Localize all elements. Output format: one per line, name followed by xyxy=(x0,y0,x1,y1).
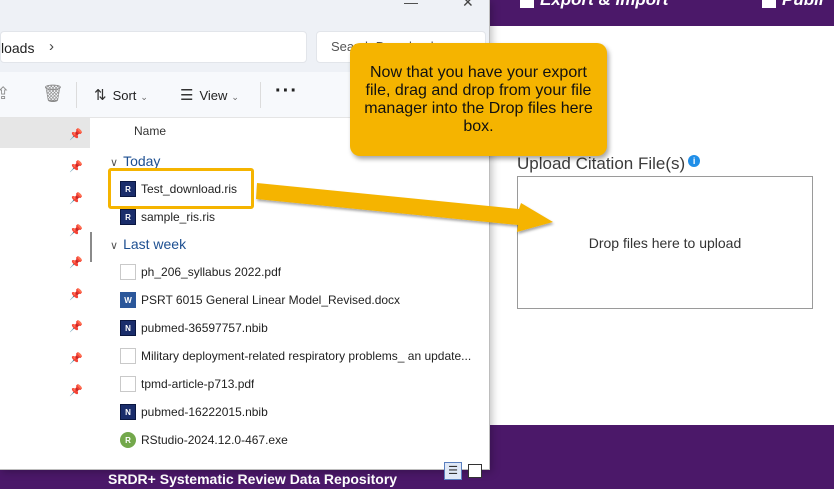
pdf-file-icon: ⁂ xyxy=(120,264,136,280)
nav-publication-label: Publi xyxy=(782,0,824,9)
navigation-pane: 📌 📌 📌 📌 📌 📌 📌 📌 📌 xyxy=(0,118,90,458)
column-header-name[interactable]: Name xyxy=(134,124,166,138)
file-name: tpmd-article-p713.pdf xyxy=(141,377,255,391)
chevron-down-icon: ⌄ xyxy=(231,92,239,102)
file-name: Military deployment-related respiratory … xyxy=(141,349,472,363)
more-options-button[interactable]: ··· xyxy=(275,80,298,103)
file-item[interactable]: Npubmed-36597757.nbib xyxy=(120,317,480,339)
nbib-file-icon: N xyxy=(120,320,136,336)
file-item[interactable]: ⁂ tpmd-article-p713.pdf xyxy=(120,373,480,395)
pin-icon[interactable]: 📌 xyxy=(69,288,83,301)
nav-export-import-label: Export & Import xyxy=(540,0,668,9)
file-item[interactable]: Npubmed-16222015.nbib xyxy=(120,401,480,423)
pin-icon[interactable]: 📌 xyxy=(69,384,83,397)
view-label: View xyxy=(199,88,228,103)
group-header-last-week[interactable]: ∨ Last week xyxy=(110,236,186,252)
pdf-file-icon: ⁂ xyxy=(120,376,136,392)
upload-citation-title: Upload Citation File(s) i xyxy=(517,154,701,174)
chevron-down-icon: ∨ xyxy=(110,240,119,252)
window-title-bar: — ✕ xyxy=(0,0,489,22)
status-bar xyxy=(0,458,489,469)
nbib-file-icon: N xyxy=(120,404,136,420)
view-button[interactable]: ☰ View ⌄ xyxy=(180,86,239,104)
callout-text: Now that you have your export file, drag… xyxy=(364,63,593,135)
close-icon[interactable]: ✕ xyxy=(462,0,474,11)
file-dropzone[interactable]: Drop files here to upload xyxy=(517,176,813,309)
tiles-view-icon[interactable] xyxy=(468,464,482,478)
share-icon[interactable]: ⇪ xyxy=(0,84,10,104)
publication-icon xyxy=(762,0,776,8)
group-label: Today xyxy=(123,153,161,169)
address-bar[interactable]: loads › xyxy=(0,31,307,63)
view-list-icon: ☰ xyxy=(180,87,194,104)
pin-icon[interactable]: 📌 xyxy=(69,192,83,205)
file-item[interactable]: Rsample_ris.ris xyxy=(120,206,480,228)
file-item[interactable]: W PSRT 6015 General Linear Model_Revised.… xyxy=(120,289,480,311)
ris-file-icon: R xyxy=(120,209,136,225)
pin-icon[interactable]: 📌 xyxy=(69,256,83,269)
pane-resize-handle[interactable] xyxy=(90,232,92,262)
export-import-icon xyxy=(520,0,534,8)
file-name: ph_206_syllabus 2022.pdf xyxy=(141,265,282,279)
file-name: PSRT 6015 General Linear Model_Revised.d… xyxy=(141,293,401,307)
file-name: pubmed-16222015.nbib xyxy=(141,405,268,419)
file-name: pubmed-36597757.nbib xyxy=(141,321,268,335)
file-item[interactable]: R RStudio-2024.12.0-467.exe xyxy=(120,429,480,451)
dropzone-label: Drop files here to upload xyxy=(588,234,742,251)
address-path: loads xyxy=(1,40,35,56)
footer-text: SRDR+ Systematic Review Data Repository xyxy=(108,471,398,487)
pin-icon[interactable]: 📌 xyxy=(69,224,83,237)
minimize-icon[interactable]: — xyxy=(404,0,418,10)
pin-icon[interactable]: 📌 xyxy=(69,128,83,141)
details-view-icon[interactable]: ☰ xyxy=(444,462,462,480)
group-label: Last week xyxy=(123,236,187,252)
upload-title-text: Upload Citation File(s) xyxy=(517,154,686,173)
sort-label: Sort xyxy=(112,88,137,103)
sort-icon: ⇅ xyxy=(94,87,107,104)
file-item[interactable]: ⁂ ph_206_syllabus 2022.pdf xyxy=(120,261,480,283)
sort-button[interactable]: ⇅ Sort ⌄ xyxy=(94,86,148,104)
nav-publication[interactable]: Publi xyxy=(762,0,824,10)
instruction-callout: Now that you have your export file, drag… xyxy=(350,43,607,156)
file-name: sample_ris.ris xyxy=(141,210,216,224)
info-icon[interactable]: i xyxy=(688,155,701,167)
pin-icon[interactable]: 📌 xyxy=(69,352,83,365)
chevron-down-icon: ⌄ xyxy=(140,92,148,102)
group-header-today[interactable]: ∨ Today xyxy=(110,153,160,169)
exe-file-icon: R xyxy=(120,432,136,448)
toolbar-divider xyxy=(260,82,261,108)
pin-icon[interactable]: 📌 xyxy=(69,160,83,173)
chevron-right-icon[interactable]: › xyxy=(49,38,54,55)
toolbar-divider xyxy=(76,82,77,108)
pin-icon[interactable]: 📌 xyxy=(69,320,83,333)
file-item[interactable]: ⁂ Military deployment-related respiratory… xyxy=(120,345,480,367)
file-highlight-box xyxy=(108,168,254,209)
pdf-file-icon: ⁂ xyxy=(120,348,136,364)
trash-icon[interactable]: 🗑 xyxy=(42,84,64,104)
file-name: RStudio-2024.12.0-467.exe xyxy=(141,433,288,447)
nav-export-import[interactable]: Export & Import xyxy=(520,0,668,10)
word-file-icon: W xyxy=(120,292,136,308)
